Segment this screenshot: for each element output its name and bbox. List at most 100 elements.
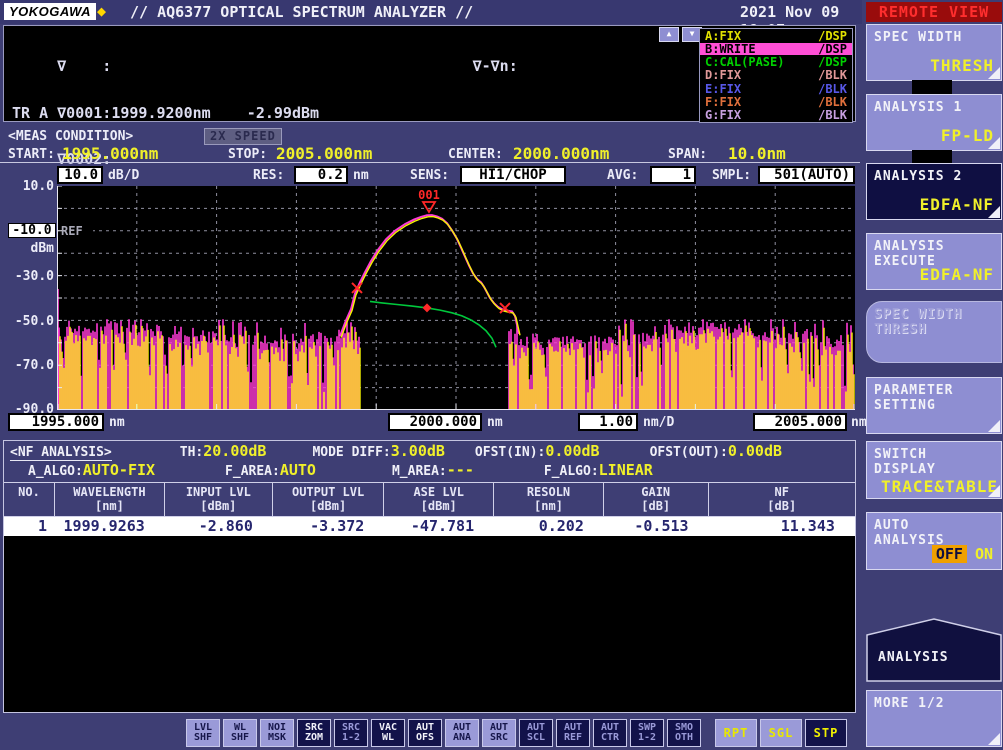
off-on-toggle[interactable]: OFF ON <box>932 544 993 563</box>
softkey-label: SPEC WIDTH <box>867 302 1001 322</box>
nf-a-algo-param: A_ALGO:AUTO-FIX <box>28 460 155 479</box>
col-header-gain: GAIN[dB] <box>604 483 709 516</box>
softkey-label: AUTO <box>867 513 1001 533</box>
trace-mode: /BLK <box>818 109 847 121</box>
trace-mode: /DSP <box>818 56 847 68</box>
softkey-spec-width-thresh-disabled: SPEC WIDTH THRESH <box>866 301 1002 363</box>
softkey-label: MORE 1/2 <box>867 691 1001 711</box>
toolbar-gap <box>704 719 712 747</box>
trace-status-e[interactable]: E:FIX/BLK <box>700 83 852 95</box>
avg-label: AVG: <box>607 168 638 183</box>
trace-status-d[interactable]: D:FIX/BLK <box>700 69 852 81</box>
toolbar-noise-mask-button[interactable]: NOIMSK <box>260 719 294 747</box>
span-label: SPAN: <box>668 147 707 162</box>
softkey-value: THRESH <box>930 56 994 75</box>
trace-mode: /BLK <box>818 69 847 81</box>
toolbar-stop-button[interactable]: STP <box>805 719 847 747</box>
toolbar-repeat-button[interactable]: RPT <box>715 719 757 747</box>
nf-row-cell: -2.860 <box>165 517 273 536</box>
ref-level-field: -10.0 <box>8 223 56 238</box>
y-tick-minus70: -70.0 <box>10 358 54 373</box>
title-bar: YOKOGAWA ◆ // AQ6377 OPTICAL SPECTRUM AN… <box>0 0 862 24</box>
analysis-menu-label: ANALYSIS <box>878 650 949 665</box>
toolbar-smooth-other-button[interactable]: SMOOTH <box>667 719 701 747</box>
avg-field: 1 <box>650 166 696 184</box>
softkey-analysis-1[interactable]: ANALYSIS 1 FP-LD <box>866 94 1002 151</box>
trace-name: C:CAL(PASE) <box>705 56 784 68</box>
softkey-analysis-execute[interactable]: ANALYSIS EXECUTE EDFA-NF <box>866 233 1002 290</box>
divider <box>0 162 860 163</box>
softkey-analysis-2-selected[interactable]: ANALYSIS 2 EDFA-NF <box>866 163 1002 220</box>
speed-badge: 2X SPEED <box>204 128 282 145</box>
toolbar-auto-analysis-button[interactable]: AUTANA <box>445 719 479 747</box>
softkey-label: ANALYSIS 1 <box>867 95 1001 115</box>
res-field: 0.2 <box>294 166 348 184</box>
trace-mode: /DSP <box>818 43 847 55</box>
toggle-off-selected[interactable]: OFF <box>932 545 967 563</box>
analysis-menu-key[interactable]: ANALYSIS <box>866 618 1002 682</box>
trace-status-a[interactable]: A:FIX/DSP <box>700 30 852 42</box>
nf-params-line-1: <NF ANALYSIS> TH:20.00dB MODE DIFF:3.00d… <box>4 441 855 460</box>
toolbar-vacuum-wl-button[interactable]: VACWL <box>371 719 405 747</box>
y-tick-minus30: -30.0 <box>10 269 54 284</box>
toolbar-src-zoom-button[interactable]: SRCZOM <box>297 719 331 747</box>
toolbar-auto-center-button[interactable]: AUTCTR <box>593 719 627 747</box>
nf-analysis-title: <NF ANALYSIS> <box>10 445 112 461</box>
softkey-switch-display[interactable]: SWITCH DISPLAY TRACE&TABLE <box>866 441 1002 499</box>
nf-row-cell: 0.202 <box>494 517 604 536</box>
col-header-no-: NO. <box>4 483 55 516</box>
stop-value: 2005.000nm <box>276 144 372 163</box>
softkey-label: DISPLAY <box>867 462 1001 477</box>
y-unit: dBm <box>10 241 54 256</box>
nf-params-line-2: A_ALGO:AUTO-FIX F_AREA:AUTO M_AREA:--- F… <box>4 460 855 479</box>
trace-status-g[interactable]: G:FIX/BLK <box>700 109 852 121</box>
x-center-field: 2000.000 <box>388 413 482 431</box>
toolbar-auto-offset-button[interactable]: AUTOFS <box>408 719 442 747</box>
app-title: // AQ6377 OPTICAL SPECTRUM ANALYZER // <box>130 3 473 21</box>
trace-status-b[interactable]: B:WRITE/DSP <box>700 43 852 55</box>
toolbar-single-button[interactable]: SGL <box>760 719 802 747</box>
toolbar-auto-search-button[interactable]: AUTSRC <box>482 719 516 747</box>
smpl-field: 501(AUTO) <box>758 166 855 184</box>
softkey-more[interactable]: MORE 1/2 <box>866 690 1002 747</box>
x-div-field: 1.00 <box>578 413 638 431</box>
marker-header-line: ∇ : ∇-∇n: <box>12 59 518 75</box>
trace-name: G:FIX <box>705 109 741 121</box>
toolbar-level-shift-button[interactable]: LVLSHF <box>186 719 220 747</box>
trace-mode: /BLK <box>818 83 847 95</box>
toolbar-src-1-2-button[interactable]: SRC1-2 <box>334 719 368 747</box>
x-div-unit: nm/D <box>643 415 674 430</box>
marker-line-1: TR A ∇0001:1999.9200nm -2.99dBm <box>12 106 518 122</box>
col-header-wavelength: WAVELENGTH[nm] <box>55 483 165 516</box>
softkey-value: TRACE&TABLE <box>881 477 998 496</box>
x-center-unit: nm <box>487 415 503 430</box>
col-header-resoln: RESOLN[nm] <box>494 483 604 516</box>
trace-name: F:FIX <box>705 96 741 108</box>
softkey-spec-width[interactable]: SPEC WIDTH THRESH <box>866 24 1002 81</box>
trace-status-c[interactable]: C:CAL(PASE) /DSP <box>700 56 852 68</box>
nf-ofst-out-param: OFST(OUT):0.00dB <box>650 441 782 460</box>
softkey-auto-analysis[interactable]: AUTO ANALYSIS OFFON <box>866 512 1002 570</box>
db-per-div-field: 10.0 <box>57 166 103 184</box>
x-stop-unit: nm <box>851 415 867 430</box>
y-tick-10: 10.0 <box>10 179 54 194</box>
nf-analysis-panel: <NF ANALYSIS> TH:20.00dB MODE DIFF:3.00d… <box>3 440 856 713</box>
softkey-value: FP-LD <box>941 126 994 145</box>
toolbar-wl-shift-button[interactable]: WLSHF <box>223 719 257 747</box>
toolbar-auto-scale-button[interactable]: AUTSCL <box>519 719 553 747</box>
res-label: RES: <box>253 168 284 183</box>
sens-field: HI1/CHOP <box>460 166 566 184</box>
toolbar-sweep-1-2-button[interactable]: SWP1-2 <box>630 719 664 747</box>
scroll-up-button[interactable]: ▲ <box>659 27 679 42</box>
spectrum-trace-canvas: REF001 <box>57 186 855 410</box>
toolbar-auto-ref-button[interactable]: AUTREF <box>556 719 590 747</box>
trace-status-f[interactable]: F:FIX/BLK <box>700 96 852 108</box>
trace-name: B:WRITE <box>705 43 756 55</box>
toggle-on[interactable]: ON <box>975 545 993 563</box>
sens-label: SENS: <box>410 168 449 183</box>
spectrum-plot: REF001 <box>57 186 855 410</box>
softkey-parameter-setting[interactable]: PARAMETER SETTING <box>866 377 1002 434</box>
nf-table-row[interactable]: 11999.9263-2.860-3.372-47.7810.202-0.513… <box>4 517 855 536</box>
nf-row-cell: -3.372 <box>273 517 384 536</box>
nf-row-cell: 1 <box>4 517 55 536</box>
